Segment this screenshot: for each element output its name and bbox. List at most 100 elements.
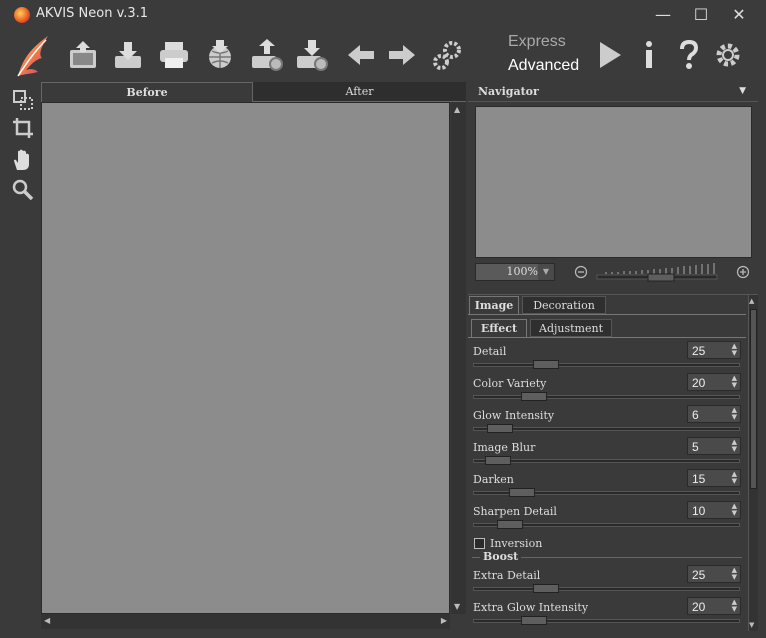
param-label: Darken xyxy=(473,473,514,486)
stepper-arrows-icon[interactable]: ▲ ▼ xyxy=(732,439,737,453)
home-icon[interactable] xyxy=(66,38,100,72)
stepper-arrows-icon[interactable]: ▲ ▼ xyxy=(732,567,737,581)
param-slider-thumb[interactable] xyxy=(533,360,559,369)
param-slider-thumb[interactable] xyxy=(485,456,511,465)
stepper-arrows-icon[interactable]: ▲ ▼ xyxy=(732,503,737,517)
boost-title: Boost xyxy=(480,550,522,563)
scroll-up-arrow-icon[interactable]: ▲ xyxy=(454,105,460,114)
batch-settings-icon[interactable] xyxy=(430,38,464,72)
main-toolbar: Express Advanced xyxy=(0,30,766,80)
navigator-collapse-icon[interactable]: ▼ xyxy=(739,86,746,96)
settings-scrollbar[interactable]: ▲ ▼ xyxy=(748,295,758,631)
import-icon[interactable] xyxy=(294,38,328,72)
share-icon[interactable] xyxy=(203,38,237,72)
tab-adjustment[interactable]: Adjustment xyxy=(530,319,612,337)
tab-after[interactable]: After xyxy=(253,82,466,102)
param-value[interactable]: 20 xyxy=(692,376,705,390)
info-icon[interactable] xyxy=(632,38,666,72)
param-value-stepper[interactable]: 10 ▲ ▼ xyxy=(687,501,741,519)
settings-panel: Image Decoration Effect Adjustment Detai… xyxy=(468,294,758,631)
param-slider-track[interactable] xyxy=(473,427,740,431)
mode-advanced-button[interactable]: Advanced xyxy=(508,57,579,75)
param-value[interactable]: 25 xyxy=(692,344,705,358)
inversion-checkbox[interactable] xyxy=(474,538,485,549)
param-slider-thumb[interactable] xyxy=(487,424,513,433)
tab-decoration[interactable]: Decoration xyxy=(522,296,606,314)
export-icon[interactable] xyxy=(249,38,283,72)
param-label: Sharpen Detail xyxy=(473,505,557,518)
window-title: AKVIS Neon v.3.1 xyxy=(36,6,149,21)
inversion-label: Inversion xyxy=(490,537,543,550)
param-slider-thumb[interactable] xyxy=(497,520,523,529)
param-value[interactable]: 6 xyxy=(692,408,699,422)
param-slider-thumb[interactable] xyxy=(533,584,559,593)
akvis-logo-icon xyxy=(14,7,30,23)
scroll-up-arrow-icon[interactable]: ▲ xyxy=(749,297,754,305)
scroll-down-arrow-icon[interactable]: ▼ xyxy=(454,602,460,611)
zoom-out-icon[interactable] xyxy=(574,265,588,279)
before-after-tool-icon[interactable] xyxy=(11,88,35,112)
navigator-preview[interactable] xyxy=(475,106,752,258)
maximize-button[interactable]: ☐ xyxy=(690,4,712,26)
param-value-stepper[interactable]: 15 ▲ ▼ xyxy=(687,469,741,487)
param-value[interactable]: 5 xyxy=(692,440,699,454)
tab-before[interactable]: Before xyxy=(41,82,253,102)
hand-tool-icon[interactable] xyxy=(11,148,35,172)
scrollbar-thumb[interactable] xyxy=(750,309,757,489)
run-icon[interactable] xyxy=(593,38,627,72)
param-value-stepper[interactable]: 25 ▲ ▼ xyxy=(687,341,741,359)
preferences-icon[interactable] xyxy=(711,38,745,72)
navigator-header: Navigator ▼ xyxy=(468,82,758,102)
param-label: Extra Detail xyxy=(473,569,541,582)
scroll-left-arrow-icon[interactable]: ◀ xyxy=(44,616,50,625)
stepper-arrows-icon[interactable]: ▲ ▼ xyxy=(732,343,737,357)
param-slider-track[interactable] xyxy=(473,619,740,623)
view-tabs: Before After xyxy=(41,82,466,102)
undo-icon[interactable] xyxy=(344,38,378,72)
param-label: Detail xyxy=(473,345,507,358)
chevron-down-icon[interactable]: ▼ xyxy=(538,264,554,280)
param-slider-thumb[interactable] xyxy=(521,392,547,401)
param-slider-track[interactable] xyxy=(473,459,740,463)
canvas-vertical-scrollbar[interactable]: ▲ ▼ xyxy=(451,102,466,614)
param-slider-track[interactable] xyxy=(473,587,740,591)
param-value-stepper[interactable]: 25 ▲ ▼ xyxy=(687,565,741,583)
param-label: Extra Glow Intensity xyxy=(473,601,589,614)
tab-image[interactable]: Image xyxy=(469,296,519,314)
param-value-stepper[interactable]: 6 ▲ ▼ xyxy=(687,405,741,423)
close-button[interactable]: ✕ xyxy=(728,4,750,26)
crop-tool-icon[interactable] xyxy=(11,116,35,140)
right-panel: Navigator ▼ 100% ▼ Image Decoration Effe… xyxy=(468,82,758,631)
stepper-arrows-icon[interactable]: ▲ ▼ xyxy=(732,407,737,421)
minimize-button[interactable]: — xyxy=(652,4,674,26)
param-slider-thumb[interactable] xyxy=(509,488,535,497)
param-label: Color Variety xyxy=(473,377,547,390)
print-icon[interactable] xyxy=(157,38,191,72)
param-value[interactable]: 15 xyxy=(692,472,705,486)
redo-icon[interactable] xyxy=(385,38,419,72)
zoom-select[interactable]: 100% ▼ xyxy=(475,263,555,281)
param-value[interactable]: 25 xyxy=(692,568,705,582)
stepper-arrows-icon[interactable]: ▲ ▼ xyxy=(732,471,737,485)
param-value-stepper[interactable]: 20 ▲ ▼ xyxy=(687,373,741,391)
stepper-arrows-icon[interactable]: ▲ ▼ xyxy=(732,599,737,613)
param-value[interactable]: 20 xyxy=(692,600,705,614)
param-value[interactable]: 10 xyxy=(692,504,705,518)
stepper-arrows-icon[interactable]: ▲ ▼ xyxy=(732,375,737,389)
zoom-slider[interactable] xyxy=(596,260,720,282)
mode-express-button[interactable]: Express xyxy=(508,33,566,51)
image-canvas[interactable] xyxy=(41,102,450,614)
scroll-down-arrow-icon[interactable]: ▼ xyxy=(749,621,754,629)
help-icon[interactable] xyxy=(672,38,706,72)
open-icon[interactable] xyxy=(111,38,145,72)
param-slider-track[interactable] xyxy=(473,363,740,367)
param-slider-track[interactable] xyxy=(473,395,740,399)
zoom-in-icon[interactable] xyxy=(736,265,750,279)
tab-effect[interactable]: Effect xyxy=(471,319,527,337)
param-slider-thumb[interactable] xyxy=(521,616,547,625)
param-value-stepper[interactable]: 20 ▲ ▼ xyxy=(687,597,741,615)
zoom-tool-icon[interactable] xyxy=(11,178,35,202)
canvas-horizontal-scrollbar[interactable]: ◀ ▶ xyxy=(41,614,450,629)
param-value-stepper[interactable]: 5 ▲ ▼ xyxy=(687,437,741,455)
scroll-right-arrow-icon[interactable]: ▶ xyxy=(441,616,447,625)
